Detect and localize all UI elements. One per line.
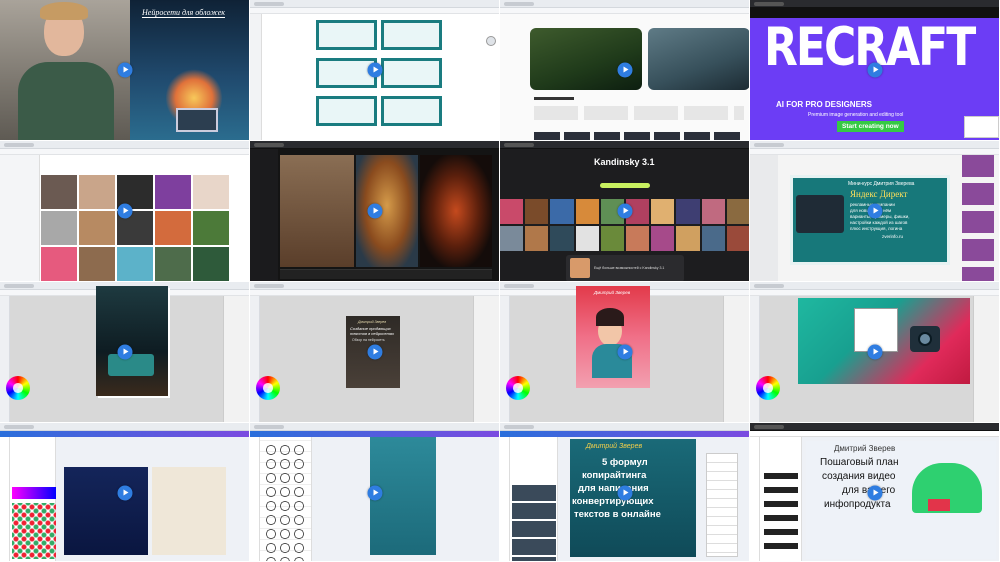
- thumbnail-design-editor-frames[interactable]: [250, 423, 500, 562]
- color-wheel-icon[interactable]: [6, 376, 30, 400]
- cover-line: 5 формул: [602, 457, 648, 468]
- thumbnail-editor-camera[interactable]: [750, 282, 1000, 423]
- photo-flame[interactable]: [420, 155, 492, 267]
- thumbnail-dark-gallery[interactable]: [250, 141, 500, 282]
- play-icon[interactable]: [117, 485, 133, 501]
- typewriter-cover: [96, 286, 168, 396]
- image-grid: [41, 175, 229, 281]
- thumbnail-kandinsky[interactable]: Kandinsky 3.1 Ещё больше возможностей с …: [500, 141, 750, 282]
- play-icon[interactable]: [867, 344, 883, 360]
- cover-line: для написания: [578, 483, 649, 494]
- cover-line: копирайтинга: [582, 470, 647, 481]
- play-icon[interactable]: [617, 344, 633, 360]
- cover-subtitle: Обзор на нейросеть: [352, 338, 385, 342]
- cover-title: текстов в нейросетях: [350, 331, 395, 336]
- thumbnail-editor-typewriter[interactable]: [0, 282, 250, 423]
- play-icon[interactable]: [117, 62, 133, 78]
- play-icon[interactable]: [617, 203, 633, 219]
- context-menu[interactable]: [706, 453, 738, 557]
- play-icon[interactable]: [867, 62, 883, 78]
- feature-card-video[interactable]: [648, 28, 749, 90]
- thumbnail-image-gallery[interactable]: [0, 141, 250, 282]
- color-wheel-icon[interactable]: [756, 376, 780, 400]
- thumbnail-editor-selling-texts[interactable]: Дмитрий Зверев Создание продающих тексто…: [250, 282, 500, 423]
- play-icon[interactable]: [367, 344, 383, 360]
- slide-title: Нейросети для обложек: [142, 8, 225, 18]
- play-icon[interactable]: [867, 203, 883, 219]
- thumbnail-presenter-webcam[interactable]: Нейросети для обложек: [0, 0, 250, 141]
- presenter-hair: [40, 2, 88, 20]
- cover-author: Дмитрий Зверев: [358, 320, 387, 324]
- photo-burger[interactable]: [356, 155, 418, 267]
- color-wheel-icon[interactable]: [506, 376, 530, 400]
- thumbnail-copywriting-formulas[interactable]: Дмитрий Зверев 5 формул копирайтинга для…: [500, 423, 750, 562]
- laptop-illustration: [176, 108, 218, 132]
- play-icon[interactable]: [367, 485, 383, 501]
- play-icon[interactable]: [117, 344, 133, 360]
- feature-card-kiss[interactable]: [530, 28, 642, 90]
- photo-men[interactable]: [280, 155, 354, 267]
- video-thumbnail-grid: Нейросети для обложек RECRAFT AI FOR PRO…: [0, 0, 1000, 562]
- extension-icon[interactable]: [486, 36, 496, 46]
- cover-author: Дмитрий Зверев: [834, 444, 896, 453]
- cover-line: создания видео: [822, 471, 896, 482]
- course-brand: Яндекс Директ: [850, 189, 908, 199]
- headline: AI FOR PRO DESIGNERS: [776, 100, 873, 109]
- news-card-title: Ещё больше возможностей с Kandinsky 3.1: [594, 266, 665, 270]
- cover-author: Дмитрий Зверев: [586, 443, 643, 450]
- cover-card[interactable]: [316, 96, 377, 126]
- thumbnail-covers-browser[interactable]: [250, 0, 500, 141]
- cover-line: текстов в онлайне: [574, 509, 661, 520]
- course-heading: Мини-курс Дмитрия Зверева: [848, 181, 915, 187]
- thumbnail-recraft[interactable]: RECRAFT AI FOR PRO DESIGNERS Premium ima…: [750, 0, 1000, 141]
- thumbnail-editor-portrait[interactable]: Дмитрий Зверев: [500, 282, 750, 423]
- blank-page: [152, 467, 226, 555]
- cover-card[interactable]: [381, 58, 442, 88]
- cover-line: Пошаговый план: [820, 457, 899, 468]
- course-url: zverinfo.ru: [882, 234, 904, 239]
- color-wheel-icon[interactable]: [256, 376, 280, 400]
- presenter-shirt: [18, 62, 114, 140]
- course-line: плюс инструкция, логина: [850, 226, 903, 231]
- play-icon[interactable]: [867, 485, 883, 501]
- cover-card[interactable]: [381, 20, 442, 50]
- cover-card[interactable]: [316, 20, 377, 50]
- cover-card[interactable]: [381, 96, 442, 126]
- cover-author: Дмитрий Зверев: [594, 290, 631, 295]
- thumbnail-yandex-course[interactable]: Мини-курс Дмитрия Зверева Яндекс Директ …: [750, 141, 1000, 282]
- play-icon[interactable]: [367, 203, 383, 219]
- cover-line: инфопродукта: [824, 499, 891, 510]
- subline: Premium image generation and editing too…: [808, 112, 904, 118]
- thumbnail-design-editor-blue[interactable]: [0, 423, 250, 562]
- kandinsky-title: Kandinsky 3.1: [594, 157, 655, 167]
- play-icon[interactable]: [617, 485, 633, 501]
- thumbnail-video-plan[interactable]: Дмитрий Зверев Пошаговый план создания в…: [750, 423, 1000, 562]
- start-creating-button[interactable]: Start creating now: [837, 121, 904, 132]
- play-icon[interactable]: [617, 62, 633, 78]
- course-line: настройки каждой из шагов: [850, 220, 908, 225]
- play-icon[interactable]: [367, 62, 383, 78]
- cover-line: конвертирующих: [572, 496, 654, 507]
- play-icon[interactable]: [117, 203, 133, 219]
- thumbnail-video-generator[interactable]: [500, 0, 750, 141]
- blue-laptop-design: [64, 467, 148, 555]
